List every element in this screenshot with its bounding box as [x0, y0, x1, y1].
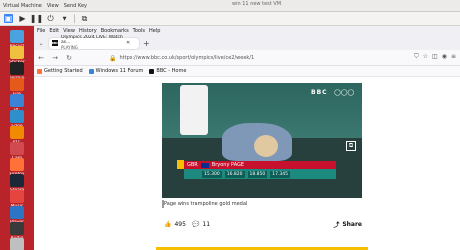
bookmark-windows-forum[interactable]: Windows 11 Forum — [88, 68, 144, 74]
gb-flag-icon — [200, 162, 209, 168]
vm-menu-send-key[interactable]: Send Key — [64, 3, 87, 9]
app-icon — [10, 142, 24, 155]
video-player[interactable]: BBC ◯◯◯ ⧉ GBR Bryony PAGE 15.300 16.820 … — [162, 83, 362, 198]
console-view-icon[interactable]: ▣ — [4, 14, 13, 23]
app-icon — [10, 174, 24, 187]
app-icon — [10, 30, 24, 43]
close-icon[interactable]: ✕ — [126, 40, 130, 46]
video-caption: Page wins trampoline gold medal — [164, 201, 248, 207]
app-icon — [10, 222, 24, 235]
windows-icon — [88, 68, 94, 74]
picture-in-picture-icon[interactable]: ⧉ — [346, 141, 356, 151]
bookmark-star-icon[interactable]: ☆ — [423, 53, 428, 61]
menu-icon[interactable]: ≡ — [451, 53, 456, 61]
vm-window: Virtual Machine View Send Key win 11 new… — [0, 0, 460, 250]
country-code: GBR — [187, 162, 198, 168]
share-icon: ⤴ — [333, 221, 340, 229]
power-icon[interactable]: ⏻ — [46, 14, 55, 23]
score-athlete-row: GBR Bryony PAGE — [184, 161, 336, 169]
app-icon — [10, 62, 24, 75]
firefox-icon — [37, 68, 42, 74]
bookmark-label: Getting Started — [44, 68, 83, 74]
app-icon — [10, 94, 24, 107]
firefox-window: File Edit View History Bookmarks Tools H… — [34, 26, 460, 250]
back-icon[interactable]: ← — [37, 54, 45, 62]
olympic-rings-icon: ◯◯◯ — [334, 89, 355, 96]
desktop-icon[interactable]: Disc — [2, 238, 32, 250]
app-icon — [10, 238, 24, 250]
menu-edit[interactable]: Edit — [49, 28, 59, 34]
desktop: RecyclStickerTerminFirePCEdgeVLCCamFiref… — [0, 26, 34, 250]
vm-menubar: Virtual Machine View Send Key — [0, 0, 460, 12]
score-graphic: GBR Bryony PAGE 15.300 16.820 18.850 17.… — [177, 160, 336, 183]
score-values-row: 15.300 16.820 18.850 17.345 — [184, 169, 336, 179]
athlete-name: Bryony PAGE — [211, 162, 245, 168]
tab-bar: ⌄ BBC Olympics 2024 LIVE: Watch as... PL… — [34, 35, 460, 51]
menu-tools[interactable]: Tools — [133, 28, 145, 34]
comment-button[interactable]: 💬 11 — [192, 221, 210, 228]
bbc-icon — [149, 68, 155, 74]
nav-right-icons: ⛉ ☆ ◫ ◉ ≡ — [414, 53, 456, 61]
bookmark-bbc-home[interactable]: BBC - Home — [149, 68, 186, 74]
chevron-down-icon[interactable]: ▼ — [60, 14, 69, 23]
menu-file[interactable]: File — [37, 28, 45, 34]
like-count: 495 — [174, 220, 186, 228]
forward-icon[interactable]: → — [51, 54, 59, 62]
share-button[interactable]: ⤴ Share — [333, 220, 362, 229]
vm-menu-virtual-machine[interactable]: Virtual Machine — [3, 3, 42, 9]
app-icon — [10, 158, 24, 171]
score-accent — [177, 160, 184, 169]
vm-toolbar: ▣ ▶ ❚❚ ⏻ ▼ ⧉ — [0, 12, 460, 26]
score-value: 17.345 — [270, 170, 290, 178]
pause-icon[interactable]: ❚❚ — [30, 14, 43, 23]
app-icon — [10, 126, 24, 139]
lock-icon: 🔒 — [109, 54, 117, 62]
score-value: 18.850 — [247, 170, 268, 178]
bookmark-getting-started[interactable]: Getting Started — [37, 68, 83, 74]
account-icon[interactable]: ◉ — [442, 53, 447, 61]
app-icon — [10, 78, 24, 91]
shield-icon[interactable]: ⛉ — [414, 53, 419, 61]
bbc-logo: BBC — [311, 89, 328, 96]
like-button[interactable]: 👍 495 — [164, 221, 186, 228]
app-icon — [10, 110, 24, 123]
video-figure-legs — [180, 85, 208, 135]
bookmark-label: BBC - Home — [156, 68, 187, 74]
tab-title: Olympics 2024 LIVE: Watch as... — [61, 35, 123, 45]
toolbar-separator — [74, 14, 75, 23]
new-tab-icon[interactable]: + — [143, 39, 150, 48]
play-icon[interactable]: ▶ — [18, 14, 27, 23]
app-icon — [10, 206, 24, 219]
app-icon — [10, 190, 24, 203]
pocket-icon[interactable]: ◫ — [432, 53, 438, 61]
reload-icon[interactable]: ↻ — [65, 54, 73, 62]
fullscreen-icon[interactable]: ⧉ — [80, 14, 89, 23]
page-content: BBC ◯◯◯ ⧉ GBR Bryony PAGE 15.300 16.820 … — [34, 77, 460, 250]
menu-history[interactable]: History — [79, 28, 97, 34]
tab-text: Olympics 2024 LIVE: Watch as... PLAYING — [61, 35, 123, 51]
url-bar[interactable]: 🔒 https://www.bbc.co.uk/sport/olympics/l… — [109, 52, 409, 64]
share-label: Share — [342, 220, 362, 228]
vm-menu-view[interactable]: View — [47, 3, 59, 9]
comment-icon: 💬 — [191, 220, 200, 228]
thumbs-up-icon: 👍 — [164, 220, 172, 228]
bbc-favicon-icon: BBC — [51, 40, 59, 46]
nav-bar: ← → ↻ 🔒 https://www.bbc.co.uk/sport/olym… — [34, 50, 460, 66]
app-icon — [10, 46, 24, 59]
menu-help[interactable]: Help — [149, 28, 160, 34]
tab-list-icon[interactable]: ⌄ — [37, 40, 45, 47]
vm-title: win 11 new test VM — [232, 1, 282, 7]
score-value: 16.820 — [224, 170, 245, 178]
comment-count: 11 — [202, 220, 211, 228]
bookmarks-toolbar: Getting Started Windows 11 Forum BBC - H… — [34, 66, 460, 77]
article-actions: 👍 495 💬 11 ⤴ Share — [164, 219, 362, 229]
menu-bookmarks[interactable]: Bookmarks — [101, 28, 129, 34]
bookmark-label: Windows 11 Forum — [95, 68, 144, 74]
tab-olympics[interactable]: BBC Olympics 2024 LIVE: Watch as... PLAY… — [49, 35, 139, 51]
score-value: 15.300 — [202, 170, 222, 178]
menu-view[interactable]: View — [63, 28, 75, 34]
video-athlete-head — [254, 135, 278, 157]
url-text: https://www.bbc.co.uk/sport/olympics/liv… — [119, 55, 255, 61]
